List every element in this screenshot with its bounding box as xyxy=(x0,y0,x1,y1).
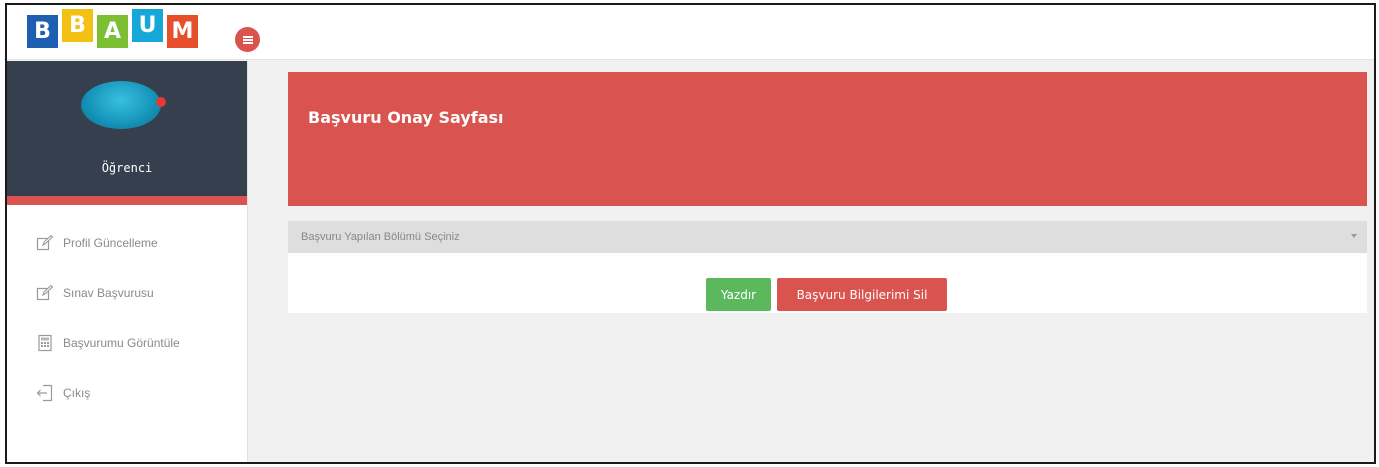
hamburger-icon xyxy=(242,35,253,44)
logo-letter-a: A xyxy=(97,15,128,48)
page-header-card: Başvuru Onay Sayfası xyxy=(288,72,1367,206)
logo-letter-b: B xyxy=(62,9,93,42)
user-profile-panel: Öğrenci xyxy=(7,61,247,196)
sidebar-item-label: Sınav Başvurusu xyxy=(63,286,154,300)
sidebar-item-label: Profil Güncelleme xyxy=(63,236,158,250)
menu-toggle-button[interactable] xyxy=(235,27,260,52)
main-content: Başvuru Onay Sayfası Başvuru Yapılan Böl… xyxy=(247,61,1374,462)
print-button[interactable]: Yazdır xyxy=(706,278,771,311)
calculator-icon xyxy=(35,333,55,353)
status-dot xyxy=(156,97,166,107)
action-panel: Yazdır Başvuru Bilgilerimi Sil xyxy=(288,253,1367,313)
logo-letter-b: B xyxy=(27,15,58,48)
delete-application-button[interactable]: Başvuru Bilgilerimi Sil xyxy=(777,278,947,311)
logout-icon xyxy=(35,383,55,403)
sidebar-item-profile-update[interactable]: Profil Güncelleme xyxy=(7,218,247,268)
sidebar-item-label: Çıkış xyxy=(63,386,91,400)
sidebar-item-logout[interactable]: Çıkış xyxy=(7,368,247,418)
sidebar-item-label: Başvurumu Görüntüle xyxy=(63,336,180,350)
edit-icon xyxy=(35,283,55,303)
profile-divider xyxy=(7,196,247,205)
bbaum-logo[interactable]: B B A U M xyxy=(27,9,202,48)
logo-letter-m: M xyxy=(167,15,198,48)
caret-down-icon xyxy=(1351,234,1357,238)
department-select[interactable]: Başvuru Yapılan Bölümü Seçiniz xyxy=(288,221,1367,253)
user-role: Öğrenci xyxy=(101,161,153,175)
page-title: Başvuru Onay Sayfası xyxy=(308,108,504,127)
logo-letter-u: U xyxy=(132,9,163,42)
sidebar-nav: Profil Güncelleme Sınav Başvurusu Başvur… xyxy=(7,205,247,418)
avatar xyxy=(81,81,161,129)
sidebar-item-view-application[interactable]: Başvurumu Görüntüle xyxy=(7,318,247,368)
top-bar: B B A U M xyxy=(7,5,1374,60)
sidebar: Öğrenci Profil Güncelleme Sınav Başvurus… xyxy=(7,61,247,462)
app-window: B B A U M Öğrenci Profil Güncelleme Sına… xyxy=(5,3,1376,464)
department-select-placeholder: Başvuru Yapılan Bölümü Seçiniz xyxy=(301,231,460,243)
sidebar-item-exam-application[interactable]: Sınav Başvurusu xyxy=(7,268,247,318)
edit-icon xyxy=(35,233,55,253)
